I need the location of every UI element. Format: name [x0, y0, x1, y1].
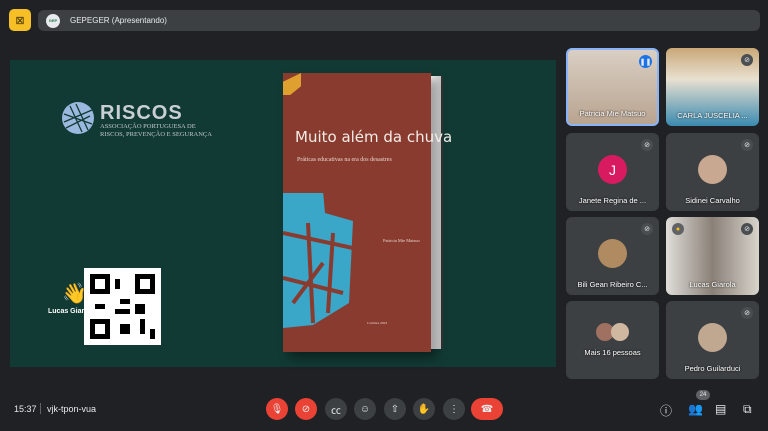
raised-hand-name: Lucas Giarola	[48, 308, 95, 315]
control-bar: 15:37 vjk-tpon-vua 🎙︎ ⊘ ㏄ ☺ ⇧ ✋ ⋮ ☎ ⓘ 24…	[0, 388, 768, 431]
participant-name: CARLA JUSCELIA ...	[677, 111, 748, 120]
more-options-button[interactable]: ⋮	[443, 398, 465, 420]
mic-off-icon: ⊘	[641, 139, 653, 151]
people-icon[interactable]: 👥	[688, 402, 703, 416]
participant-tile[interactable]: ⊘ Pedro Guilarduci	[666, 301, 759, 379]
avatar	[698, 155, 727, 184]
avatar	[611, 323, 629, 341]
presenting-banner: GEP GEPEGER (Apresentando)	[38, 10, 760, 31]
emoji-button[interactable]: ☺	[354, 398, 376, 420]
camera-off-button[interactable]: ⊘	[295, 398, 317, 420]
participant-name: Janete Regina de ...	[578, 196, 647, 205]
gepeger-logo: GEP	[46, 13, 60, 28]
participant-tile[interactable]: ❚❚ Patricia Mie Matsuo	[566, 48, 659, 126]
org-subtitle: ASSOCIAÇÃO PORTUGUESA DE RISCOS, PREVENÇ…	[100, 123, 212, 138]
book-cover: Muito além da chuva Práticas educativas …	[283, 73, 452, 352]
participant-name: Lucas Giarola	[689, 280, 736, 289]
presenting-title: GEPEGER (Apresentando)	[70, 16, 167, 25]
activities-icon[interactable]: ⧉	[743, 402, 752, 417]
raised-hand-icon: ●	[672, 223, 684, 235]
org-name: RISCOS	[100, 102, 183, 124]
participant-name: Bili Gean Ribeiro C...	[577, 280, 648, 289]
mic-off-icon: ⊘	[741, 307, 753, 319]
book-publisher: Coimbra 2023	[367, 321, 388, 325]
avatar: J	[598, 155, 627, 184]
speaking-icon: ❚❚	[639, 55, 652, 68]
mic-off-button[interactable]: 🎙︎	[266, 398, 288, 420]
participant-tile[interactable]: ⊘ CARLA JUSCELIA ...	[666, 48, 759, 126]
participant-tile[interactable]: ⊘ J Janete Regina de ...	[566, 133, 659, 211]
book-corner-art	[283, 73, 301, 95]
raise-hand-button[interactable]: ✋	[413, 398, 435, 420]
book-cover-art	[283, 193, 353, 328]
presentation-stop-icon[interactable]: ⊠	[9, 9, 31, 31]
present-button[interactable]: ⇧	[384, 398, 406, 420]
participant-count-badge: 24	[696, 390, 710, 400]
book-subtitle: Práticas educativas na era dos desastres	[297, 157, 392, 163]
chat-icon[interactable]: ▤	[715, 402, 726, 416]
more-participants-label: Mais 16 pessoas	[584, 348, 641, 357]
more-participants-tile[interactable]: Mais 16 pessoas	[566, 301, 659, 379]
raised-hand-icon: 👋	[62, 283, 87, 305]
meeting-code: vjk-tpon-vua	[47, 404, 97, 414]
captions-button[interactable]: ㏄	[325, 398, 347, 420]
participant-tile[interactable]: ● ⊘ Lucas Giarola	[666, 217, 759, 295]
participant-name: Patricia Mie Matsuo	[579, 109, 646, 118]
mic-off-icon: ⊘	[741, 139, 753, 151]
end-call-button[interactable]: ☎	[471, 398, 503, 420]
divider	[40, 403, 41, 414]
participant-tile[interactable]: ⊘ Bili Gean Ribeiro C...	[566, 217, 659, 295]
avatar	[698, 323, 727, 352]
mic-off-icon: ⊘	[741, 54, 753, 66]
book-author: Patricia Mie Matsuo	[383, 238, 420, 243]
avatar	[598, 239, 627, 268]
info-icon[interactable]: ⓘ	[660, 402, 672, 419]
presentation-stage: RISCOS ASSOCIAÇÃO PORTUGUESA DE RISCOS, …	[10, 60, 556, 367]
participant-tile[interactable]: ⊘ Sidinei Carvalho	[666, 133, 759, 211]
mic-off-icon: ⊘	[641, 223, 653, 235]
clock: 15:37	[14, 404, 37, 414]
mic-off-icon: ⊘	[741, 223, 753, 235]
qr-code	[84, 268, 161, 345]
book-title: Muito além da chuva	[295, 128, 453, 146]
participant-name: Sidinei Carvalho	[685, 196, 740, 205]
participant-name: Pedro Guilarduci	[684, 364, 741, 373]
riscos-logo	[62, 102, 94, 134]
book-spine	[431, 76, 443, 349]
